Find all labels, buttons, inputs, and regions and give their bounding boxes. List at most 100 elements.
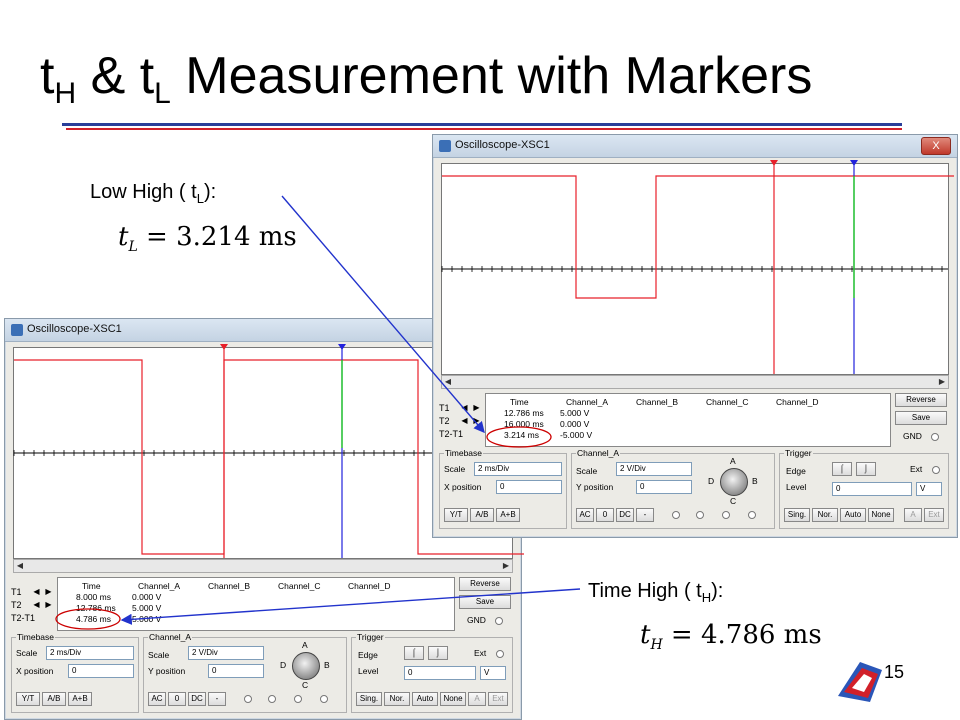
reverse-button[interactable]: Reverse bbox=[459, 577, 511, 591]
cursor-right-arrow[interactable]: ▶ bbox=[471, 416, 482, 426]
coupling-button[interactable]: 0 bbox=[596, 508, 614, 522]
coupling-button[interactable]: DC bbox=[188, 692, 206, 706]
title-sub-h: H bbox=[54, 77, 77, 110]
trigger-mode-button[interactable]: None bbox=[868, 508, 894, 522]
scroll-left-arrow[interactable]: ◀ bbox=[442, 376, 454, 388]
close-button[interactable]: X bbox=[921, 137, 951, 155]
cursor-left-arrow[interactable]: ◀ bbox=[31, 587, 42, 597]
channel-radio[interactable] bbox=[722, 511, 730, 519]
channel-selector-knob[interactable] bbox=[720, 468, 748, 496]
trigger-level-field[interactable]: 0 bbox=[832, 482, 912, 496]
channel-radio[interactable] bbox=[696, 511, 704, 519]
x-position-label: X position bbox=[444, 482, 482, 492]
gnd-label: GND bbox=[467, 615, 486, 625]
scroll-right-arrow[interactable]: ▶ bbox=[936, 376, 948, 388]
channel-a-scale-field[interactable]: 2 V/Div bbox=[616, 462, 692, 476]
ext-radio[interactable] bbox=[496, 650, 504, 658]
trigger-a-button[interactable]: A bbox=[468, 692, 486, 706]
reverse-button[interactable]: Reverse bbox=[895, 393, 947, 407]
cursor-t2-handle[interactable] bbox=[850, 160, 858, 166]
timebase-group: Timebase Scale 2 ms/Div X position 0 Y/T A/B A+… bbox=[11, 632, 139, 713]
timebase-mode-button[interactable]: A+B bbox=[68, 692, 92, 706]
rising-edge-button[interactable]: ⌠ bbox=[404, 646, 424, 660]
cursor-left-arrow[interactable]: ◀ bbox=[459, 416, 470, 426]
cursor-right-arrow[interactable]: ▶ bbox=[43, 587, 54, 597]
timebase-mode-button[interactable]: A/B bbox=[42, 692, 66, 706]
cursor-t1-handle[interactable] bbox=[220, 344, 228, 350]
trigger-group: Trigger Edge ⌠ ⌡ Ext Level 0 V Sing. Nor. Auto None… bbox=[351, 632, 513, 713]
tl-value: = 3.214 ms bbox=[137, 222, 297, 252]
cursor-t2-handle[interactable] bbox=[338, 344, 346, 350]
row-label-t2-t1: T2-T1 bbox=[11, 613, 36, 623]
gnd-radio[interactable] bbox=[495, 617, 503, 625]
falling-edge-button[interactable]: ⌡ bbox=[856, 462, 876, 476]
gnd-radio[interactable] bbox=[931, 433, 939, 441]
trigger-unit-field[interactable]: V bbox=[480, 666, 506, 680]
coupling-button[interactable]: - bbox=[636, 508, 654, 522]
scroll-right-arrow[interactable]: ▶ bbox=[500, 560, 512, 572]
cursor-right-arrow[interactable]: ▶ bbox=[471, 403, 482, 413]
channel-a-scale-field[interactable]: 2 V/Div bbox=[188, 646, 264, 660]
channel-radio[interactable] bbox=[244, 695, 252, 703]
trigger-unit-field[interactable]: V bbox=[916, 482, 942, 496]
table-cell: -5.000 V bbox=[560, 430, 593, 440]
channel-radio[interactable] bbox=[320, 695, 328, 703]
timebase-scale-field[interactable]: 2 ms/Div bbox=[46, 646, 134, 660]
coupling-button[interactable]: AC bbox=[576, 508, 594, 522]
oscilloscope-window-upper[interactable]: Oscilloscope-XSC1 X ◀ ▶ T1 ◀ ▶ T2 ◀ ▶ T2-T1 Time Cha… bbox=[432, 134, 958, 538]
scope-screen bbox=[441, 160, 954, 375]
trigger-title: Trigger bbox=[784, 448, 813, 458]
coupling-button[interactable]: DC bbox=[616, 508, 634, 522]
channel-radio[interactable] bbox=[268, 695, 276, 703]
timebase-scale-field[interactable]: 2 ms/Div bbox=[474, 462, 562, 476]
trigger-mode-button[interactable]: Sing. bbox=[784, 508, 810, 522]
row-label-t1: T1 bbox=[439, 403, 450, 413]
trigger-a-button[interactable]: A bbox=[904, 508, 922, 522]
timebase-mode-button[interactable]: A+B bbox=[496, 508, 520, 522]
y-position-field[interactable]: 0 bbox=[208, 664, 264, 678]
trigger-ext-button[interactable]: Ext bbox=[924, 508, 944, 522]
trigger-ext-button[interactable]: Ext bbox=[488, 692, 508, 706]
readout-table: Time Channel_A Channel_B Channel_C Channel_D… bbox=[57, 577, 455, 631]
trigger-level-field[interactable]: 0 bbox=[404, 666, 476, 680]
knob-label-c: C bbox=[730, 496, 737, 506]
high-label-prefix: Time High ( t bbox=[588, 580, 702, 602]
trigger-mode-button[interactable]: Nor. bbox=[384, 692, 410, 706]
timebase-mode-button[interactable]: Y/T bbox=[16, 692, 40, 706]
cursor-t1-handle[interactable] bbox=[770, 160, 778, 166]
channel-selector-knob[interactable] bbox=[292, 652, 320, 680]
timebase-mode-button[interactable]: Y/T bbox=[444, 508, 468, 522]
trigger-mode-button[interactable]: Auto bbox=[840, 508, 866, 522]
scroll-left-arrow[interactable]: ◀ bbox=[14, 560, 26, 572]
rising-edge-button[interactable]: ⌠ bbox=[832, 462, 852, 476]
falling-edge-button[interactable]: ⌡ bbox=[428, 646, 448, 660]
x-position-field[interactable]: 0 bbox=[68, 664, 134, 678]
slide-title: tH & tL Measurement with Markers bbox=[40, 46, 812, 111]
save-button[interactable]: Save bbox=[459, 595, 511, 609]
trigger-mode-button[interactable]: Nor. bbox=[812, 508, 838, 522]
cursor-right-arrow[interactable]: ▶ bbox=[43, 600, 54, 610]
x-position-field[interactable]: 0 bbox=[496, 480, 562, 494]
coupling-button[interactable]: - bbox=[208, 692, 226, 706]
cursor-left-arrow[interactable]: ◀ bbox=[31, 600, 42, 610]
scale-label: Scale bbox=[444, 464, 466, 474]
trigger-mode-button[interactable]: Auto bbox=[412, 692, 438, 706]
cursor-left-arrow[interactable]: ◀ bbox=[459, 403, 470, 413]
ext-radio[interactable] bbox=[932, 466, 940, 474]
trigger-mode-button[interactable]: None bbox=[440, 692, 466, 706]
trigger-mode-button[interactable]: Sing. bbox=[356, 692, 382, 706]
save-button[interactable]: Save bbox=[895, 411, 947, 425]
coupling-button[interactable]: AC bbox=[148, 692, 166, 706]
timebase-mode-button[interactable]: A/B bbox=[470, 508, 494, 522]
low-high-label: Low High ( tL): bbox=[90, 181, 216, 206]
table-cell: 3.214 ms bbox=[504, 430, 539, 440]
channel-a-group: Channel_A Scale 2 V/Div Y position 0 AC 0 DC - A B… bbox=[143, 632, 347, 713]
channel-radio[interactable] bbox=[748, 511, 756, 519]
coupling-button[interactable]: 0 bbox=[168, 692, 186, 706]
timebase-group: Timebase Scale 2 ms/Div X position 0 Y/T A/B A+… bbox=[439, 448, 567, 529]
horizontal-scrollbar[interactable]: ◀ ▶ bbox=[13, 559, 513, 573]
y-position-field[interactable]: 0 bbox=[636, 480, 692, 494]
channel-radio[interactable] bbox=[294, 695, 302, 703]
channel-radio[interactable] bbox=[672, 511, 680, 519]
horizontal-scrollbar[interactable]: ◀ ▶ bbox=[441, 375, 949, 389]
